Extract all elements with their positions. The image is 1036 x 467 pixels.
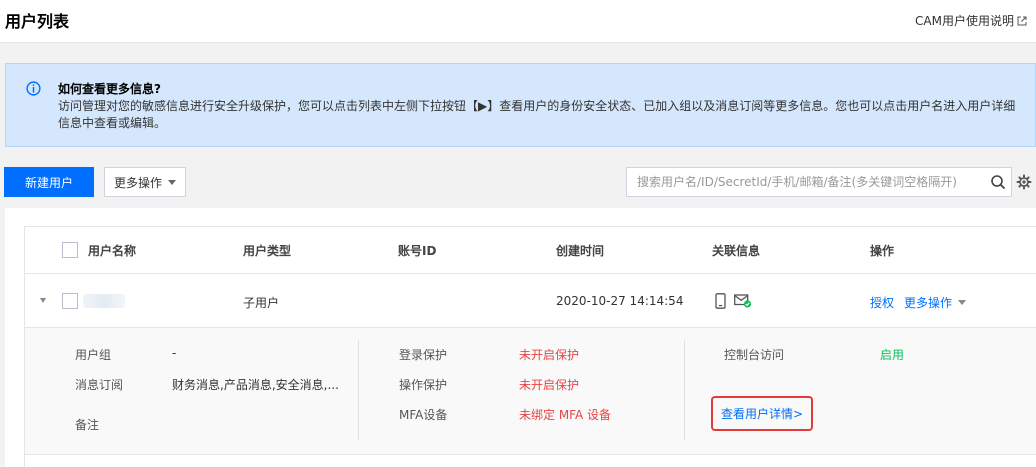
- chevron-down-icon: [958, 300, 967, 305]
- group-label: 用户组: [75, 348, 112, 362]
- header-created-time: 创建时间: [556, 244, 605, 258]
- detail-divider: [358, 340, 359, 440]
- mail-verified-icon: [734, 294, 752, 308]
- header-username: 用户名称: [88, 244, 137, 258]
- cam-doc-link[interactable]: CAM用户使用说明: [915, 12, 1027, 29]
- info-title: 如何查看更多信息?: [58, 82, 161, 96]
- row-checkbox[interactable]: [62, 293, 78, 309]
- view-user-detail-link[interactable]: 查看用户详情>: [711, 396, 813, 431]
- row-detail-panel: 用户组 - 消息订阅 财务消息,产品消息,安全消息,... 备注 登录保护 未开…: [25, 328, 1036, 455]
- cam-doc-link-label[interactable]: CAM用户使用说明: [915, 12, 1014, 29]
- info-icon: [26, 81, 41, 96]
- header-account-id: 账号ID: [398, 244, 437, 258]
- login-protect-value: 未开启保护: [519, 348, 580, 362]
- table-row: 子用户 2020-10-27 14:14:54 授权 更多操作: [25, 274, 1036, 328]
- user-type-cell: 子用户: [243, 296, 280, 310]
- header-user-type: 用户类型: [243, 244, 292, 258]
- search-input[interactable]: [627, 168, 977, 196]
- op-protect-label: 操作保护: [399, 378, 448, 392]
- select-all-checkbox[interactable]: [62, 242, 78, 258]
- remark-label: 备注: [75, 418, 100, 432]
- user-table: 用户名称 用户类型 账号ID 创建时间 关联信息 操作 子用户 2020-10-…: [24, 226, 1036, 467]
- detail-divider: [684, 340, 685, 440]
- phone-icon: [715, 293, 726, 309]
- row-more-actions-label: 更多操作: [904, 296, 953, 310]
- row-more-actions[interactable]: 更多操作: [904, 294, 967, 311]
- mfa-value: 未绑定 MFA 设备: [519, 408, 611, 422]
- search-box[interactable]: [626, 167, 1012, 197]
- info-text: 访问管理对您的敏感信息进行安全升级保护，您可以点击列表中左侧下拉按钮【▶】查看用…: [58, 99, 1016, 130]
- authorize-link[interactable]: 授权: [870, 294, 894, 311]
- op-protect-value: 未开启保护: [519, 378, 580, 392]
- login-protect-label: 登录保护: [399, 348, 448, 362]
- new-user-button[interactable]: 新建用户: [4, 167, 94, 197]
- header-linked-info: 关联信息: [712, 244, 761, 258]
- group-value: -: [172, 346, 177, 360]
- user-list-panel: 用户名称 用户类型 账号ID 创建时间 关联信息 操作 子用户 2020-10-…: [5, 208, 1036, 467]
- header-actions: 操作: [870, 244, 895, 258]
- console-access-value: 启用: [880, 348, 905, 362]
- search-icon[interactable]: [990, 174, 1006, 190]
- table-header: 用户名称 用户类型 账号ID 创建时间 关联信息 操作: [25, 227, 1036, 274]
- external-link-icon: [1017, 16, 1027, 25]
- page-header: 用户列表 CAM用户使用说明: [0, 0, 1036, 43]
- created-time-cell: 2020-10-27 14:14:54: [556, 294, 684, 308]
- gear-icon[interactable]: [1016, 174, 1032, 190]
- subscription-value: 财务消息,产品消息,安全消息,...: [172, 378, 339, 392]
- chevron-down-icon: [168, 179, 176, 185]
- more-actions-label: 更多操作: [113, 175, 162, 190]
- more-actions-dropdown[interactable]: 更多操作: [104, 167, 186, 197]
- info-banner: 如何查看更多信息? 访问管理对您的敏感信息进行安全升级保护，您可以点击列表中左侧…: [5, 63, 1036, 147]
- console-access-label: 控制台访问: [724, 348, 785, 362]
- page-title: 用户列表: [5, 12, 70, 31]
- mfa-label: MFA设备: [399, 408, 448, 422]
- expand-row-icon[interactable]: [40, 298, 46, 303]
- subscription-label: 消息订阅: [75, 378, 124, 392]
- username-link[interactable]: [83, 294, 125, 308]
